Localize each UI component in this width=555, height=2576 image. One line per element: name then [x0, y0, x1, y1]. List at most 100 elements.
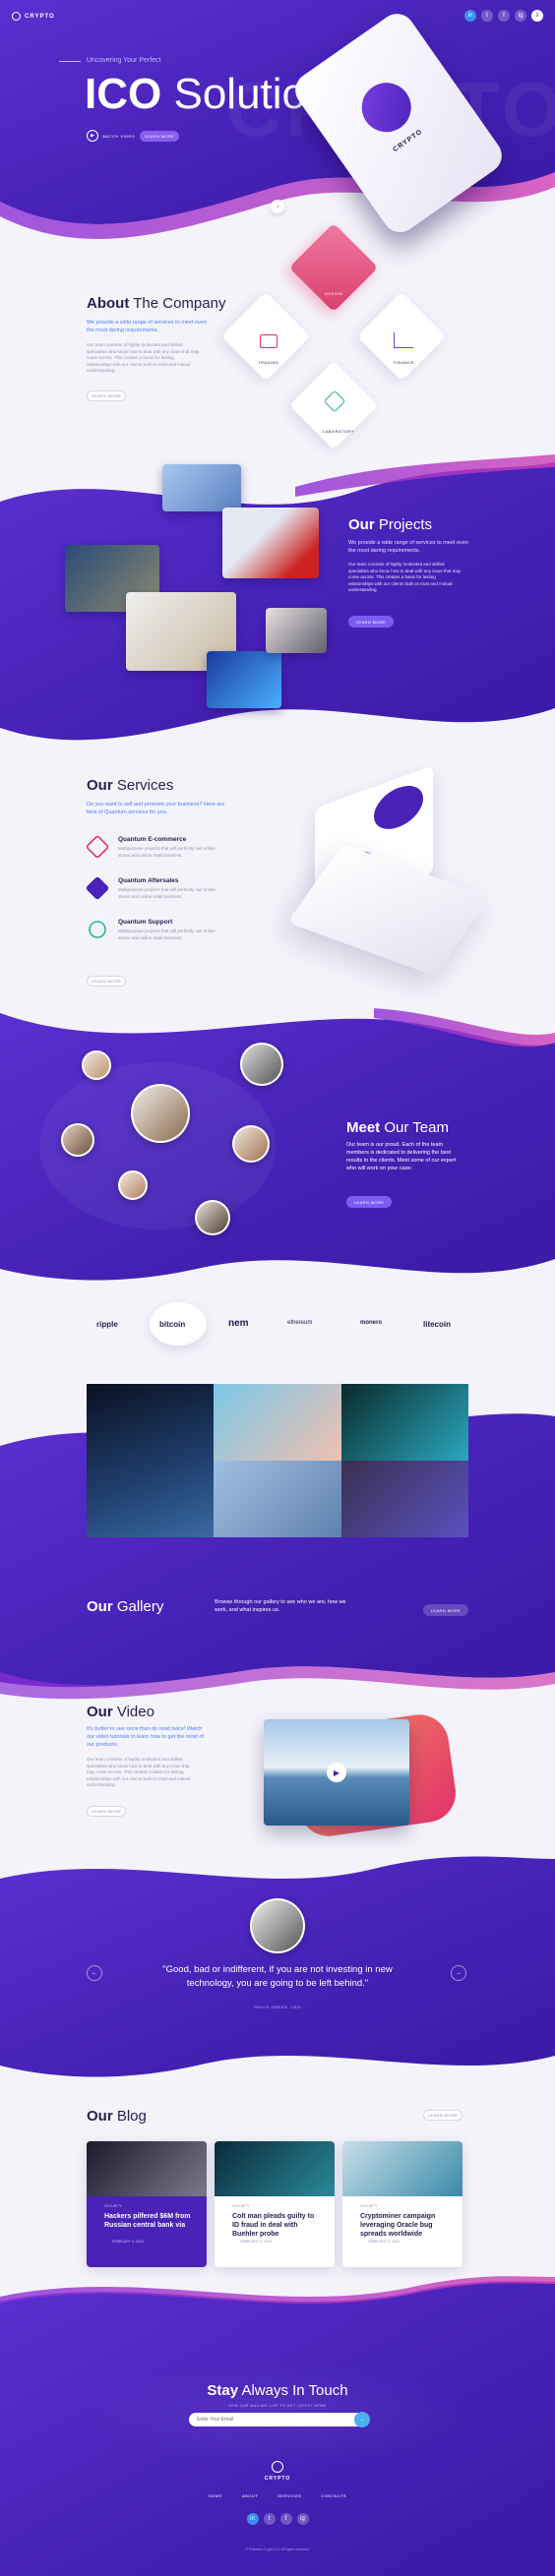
blog-learn-more-button[interactable]: LEARN MORE — [423, 2110, 462, 2121]
video-title-bold: Our — [87, 1704, 113, 1720]
about-learn-more-button[interactable]: LEARN MORE — [87, 390, 126, 401]
watch-video-label: WATCH VIDEO — [102, 133, 136, 139]
gallery-image-fibre[interactable] — [340, 1384, 468, 1461]
menu-icon[interactable]: ≡ — [531, 10, 543, 22]
project-photo-desk[interactable] — [266, 608, 327, 653]
service-title: Quantum Aftersales — [118, 877, 179, 884]
video-player[interactable]: ▶ — [264, 1719, 409, 1826]
footer-social: in t f ig — [0, 2513, 555, 2525]
linkedin-icon[interactable]: in — [464, 10, 476, 22]
service-item-aftersales[interactable]: Quantum Aftersales Multipurpose projects… — [85, 875, 224, 913]
testimonial-next-button[interactable]: → — [451, 1965, 466, 1981]
services-learn-more-button[interactable]: LEARN MORE — [87, 976, 126, 987]
team-avatar[interactable] — [232, 1125, 270, 1163]
blog-card-date: FEBRUARY 5, 2018 — [112, 2240, 144, 2244]
logo-icon — [12, 12, 21, 21]
partner-logo-bitcoin-wrap[interactable]: bitcoin — [150, 1302, 207, 1346]
team-title-light: Our Team — [384, 1119, 449, 1136]
footer-nav-home[interactable]: HOME — [209, 2493, 222, 2498]
about-title: About The Company — [87, 295, 225, 312]
gallery-image-woman-face[interactable] — [340, 1461, 468, 1537]
project-photo-woman-red[interactable] — [222, 508, 319, 578]
project-photo-rocket[interactable] — [162, 464, 241, 511]
footer-nav-services[interactable]: SERVICES — [278, 2493, 301, 2498]
about-title-light: The Company — [133, 295, 226, 312]
service-item-support[interactable]: Quantum Support Multipurpose projects th… — [87, 919, 224, 954]
scroll-down-button[interactable]: ↓ — [271, 200, 284, 213]
services-title-light: Services — [116, 777, 174, 794]
linkedin-icon[interactable]: in — [246, 2513, 259, 2525]
projects-section: Our Projects We provide a wide range of … — [0, 462, 555, 718]
project-photo-fibre[interactable] — [207, 651, 281, 708]
facebook-icon[interactable]: f — [279, 2513, 292, 2525]
partner-logo-ripple[interactable]: ripple — [96, 1320, 118, 1329]
trading-icon — [260, 334, 278, 348]
video-learn-more-button[interactable]: LEARN MORE — [87, 1806, 126, 1817]
testimonial-prev-button[interactable]: ← — [87, 1965, 102, 1981]
gallery-learn-more-button[interactable]: LEARN MORE — [423, 1604, 468, 1616]
gallery-image-satellite[interactable] — [87, 1384, 215, 1537]
gallery-image-vr-girl[interactable] — [214, 1384, 341, 1461]
twitter-icon[interactable]: t — [481, 10, 493, 22]
hero-eyebrow-line — [59, 61, 81, 62]
partner-logo-litecoin[interactable]: litecoin — [423, 1320, 451, 1329]
blog-card-title: Hackers pilfered $6M from Russian centra… — [104, 2213, 191, 2229]
projects-learn-more-button[interactable]: LEARN MORE — [348, 616, 394, 628]
instagram-icon[interactable]: ig — [296, 2513, 309, 2525]
footer-title-light: Always In Touch — [241, 2382, 348, 2399]
blog-card-title: Cryptominer campaign leveraging Oracle b… — [360, 2213, 436, 2238]
footer-logo[interactable]: CRYPTO — [0, 2476, 555, 2482]
footer: Stay Always In Touch JOIN OUR MAILING LI… — [0, 2361, 555, 2576]
team-avatar[interactable] — [82, 1050, 111, 1080]
team-avatar[interactable] — [240, 1043, 283, 1086]
services-title-bold: Our — [87, 777, 113, 794]
instagram-icon[interactable]: ig — [515, 10, 526, 22]
video-title: Our Video — [87, 1704, 154, 1720]
blog-card-image — [342, 2141, 462, 2196]
blog-card-tag: SECURITY — [360, 2204, 378, 2208]
newsletter-submit-button[interactable]: → — [354, 2412, 370, 2427]
play-icon: ▶ — [87, 130, 98, 142]
testimonial-quote: "Good, bad or indifferent, if you are no… — [162, 1964, 393, 1989]
partner-logo-ethereum[interactable]: ethereum — [287, 1320, 312, 1326]
team-title: Meet Our Team — [346, 1119, 449, 1136]
laptop-screen-blob — [374, 778, 423, 836]
blog-card[interactable]: SECURITY Cryptominer campaign leveraging… — [342, 2141, 462, 2267]
service-item-ecommerce[interactable]: Quantum E-commerce Multipurpose projects… — [85, 834, 224, 871]
hero-learn-more-button[interactable]: LEARN MORE — [140, 131, 179, 142]
support-icon — [89, 921, 106, 938]
team-avatar[interactable] — [61, 1123, 94, 1157]
hero-title: ICO Solution — [85, 71, 330, 118]
logo[interactable]: CRYPTO — [12, 12, 55, 21]
team-body: Our team is our proud. Each of the team … — [346, 1142, 457, 1171]
blog-card[interactable]: SECURITY Colt man pleads guilty to ID fr… — [215, 2141, 335, 2267]
footer-nav-about[interactable]: ABOUT — [242, 2493, 258, 2498]
blog-title-bold: Our — [87, 2108, 113, 2125]
newsletter-email-input[interactable] — [189, 2413, 366, 2426]
footer-title: Stay Always In Touch — [0, 2382, 555, 2399]
partner-logo-monero[interactable]: monero — [360, 1320, 382, 1326]
diamond-laboratory-label: LABORATORY — [323, 429, 354, 434]
testimonial-section: ← → "Good, bad or indifferent, if you ar… — [0, 1898, 555, 2046]
twitter-icon[interactable]: t — [263, 2513, 276, 2525]
diamond-trading-label: TRADING — [258, 360, 279, 365]
team-avatar[interactable] — [195, 1200, 230, 1235]
about-body: Our team consists of highly motivated an… — [87, 342, 200, 373]
team-avatar-lead[interactable] — [131, 1084, 190, 1143]
team-learn-more-button[interactable]: LEARN MORE — [346, 1196, 392, 1208]
blog-card[interactable]: SECURITY Hackers pilfered $6M from Russi… — [87, 2141, 207, 2267]
blog-card-tag: SECURITY — [232, 2204, 250, 2208]
team-title-bold: Meet — [346, 1119, 381, 1136]
team-avatar[interactable] — [118, 1170, 148, 1200]
facebook-icon[interactable]: f — [498, 10, 510, 22]
video-play-button[interactable]: ▶ — [327, 1763, 346, 1782]
gallery-image-robot-hand[interactable] — [214, 1461, 341, 1537]
blog-card-image — [215, 2141, 335, 2196]
aftersales-icon — [85, 875, 110, 901]
blog-title: Our Blog — [87, 2108, 147, 2125]
gallery-section: Our Gallery Browse through our gallery t… — [87, 1384, 468, 1630]
footer-nav-contacts[interactable]: CONTACTS — [321, 2493, 346, 2498]
watch-video-button[interactable]: ▶ WATCH VIDEO — [87, 130, 135, 142]
partner-logo-nem[interactable]: nem — [228, 1318, 249, 1329]
hero-phone-mockup: CRYPTO — [288, 7, 509, 239]
